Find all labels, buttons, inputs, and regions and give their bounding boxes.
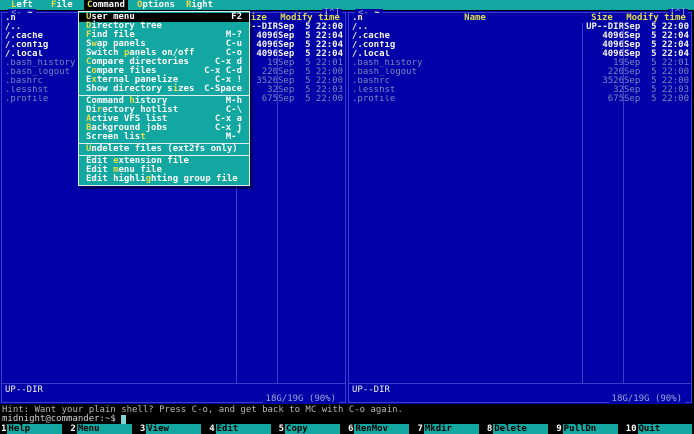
fn-key-2[interactable]: 2 Menu <box>69 424 138 434</box>
fn-key-label: Menu <box>76 424 132 434</box>
mini-status: UP--DIR <box>352 385 390 395</box>
command-menu-dropdown: User menu F2 Directory tree Find file M-? Sw a… <box>78 11 250 186</box>
label-text: ptions <box>142 0 175 10</box>
menu-shortcut <box>238 145 244 154</box>
sort-indicator: .n <box>5 13 16 23</box>
hotkey-letter: t <box>140 132 146 142</box>
label-text: ight <box>191 0 214 10</box>
menu-item-screen-list[interactable]: Screen lis t M-` <box>79 133 249 142</box>
fn-key-number: 3 <box>138 424 147 434</box>
fn-key-number: 10 <box>624 424 638 434</box>
fn-key-10[interactable]: 10 Quit <box>624 424 694 434</box>
prompt-text: midnight@commander:~$ <box>2 414 122 424</box>
menu-item-show-directory-sizes[interactable]: Show directory s i zes C-Space <box>79 85 249 94</box>
mini-status: UP--DIR <box>5 385 43 395</box>
fn-key-1[interactable]: 1 Help <box>0 424 69 434</box>
column-header-name[interactable]: Name <box>370 14 580 23</box>
fn-key-7[interactable]: 7 Mkdir <box>416 424 485 434</box>
fn-key-3[interactable]: 3 View <box>138 424 208 434</box>
file-mtime: Sep 5 22:00 <box>278 94 344 104</box>
fn-key-number: 1 <box>0 424 8 434</box>
fn-key-label: Quit <box>637 424 693 434</box>
file-name: .bash_history <box>352 59 423 68</box>
label-text: ile <box>56 0 73 10</box>
fn-key-5[interactable]: 5 Copy <box>277 424 347 434</box>
column-divider <box>277 23 278 383</box>
menu-bar: Left File Command Options Right <box>0 0 694 10</box>
fn-key-label: RenMov <box>354 424 410 434</box>
menu-shortcut: C-Space <box>204 84 242 94</box>
label-text: ndelete files (ext2fs only) <box>91 144 238 154</box>
fn-key-4[interactable]: 4 Edit <box>208 424 277 434</box>
fn-key-label: Mkdir <box>423 424 479 434</box>
label-text: ommand <box>92 0 125 10</box>
file-name: /.config <box>352 41 396 50</box>
label-text: zes <box>178 84 195 94</box>
fn-key-number: 9 <box>555 424 563 434</box>
file-name: .bashrc <box>352 77 390 86</box>
fn-key-label: Help <box>7 424 63 434</box>
file-name: /.. <box>352 23 369 32</box>
menu-item-edit-highlighting-group-file[interactable]: Edit highli g hting group file <box>79 175 249 184</box>
mc-screen: Left File Command Options Right <- ~ [^] .n … <box>0 0 694 434</box>
label-text: Show directory s <box>86 84 173 94</box>
fn-key-number: 2 <box>69 424 77 434</box>
menubar-item-command[interactable]: Command <box>84 0 128 10</box>
menu-shortcut <box>236 157 242 166</box>
file-row-profile[interactable]: .profile 675 Sep 5 22:00 <box>350 95 690 104</box>
menu-shortcut: F2 <box>231 12 242 22</box>
column-divider <box>582 23 583 383</box>
menubar-item-options[interactable]: Options <box>134 0 178 10</box>
label-text: Edit highli <box>86 174 146 184</box>
fn-key-number: 4 <box>208 424 216 434</box>
panel-right: <- ~ [^] .n Name Size Modify time /.. UP-… <box>348 9 692 404</box>
fn-key-label: View <box>146 424 202 434</box>
file-size: 675 <box>607 94 624 104</box>
file-name: .lesshst <box>352 86 396 95</box>
menu-shortcut <box>238 175 244 184</box>
sort-indicator: .n <box>352 13 363 23</box>
menubar-item-file[interactable]: File <box>48 0 76 10</box>
label-text: hting group file <box>151 174 238 184</box>
fn-key-9[interactable]: 9 PullDn <box>555 424 624 434</box>
fn-key-label: Delete <box>493 424 549 434</box>
menubar-item-right[interactable]: Right <box>183 0 216 10</box>
menu-item-undelete-files-ext2fs-only[interactable]: Undelete files (ext2fs only) <box>79 145 249 154</box>
text-cursor <box>121 415 127 424</box>
mini-status-divider <box>2 383 345 384</box>
free-space-label: 18G/19G (90%) <box>262 395 339 404</box>
fn-key-6[interactable]: 6 RenMov <box>347 424 416 434</box>
fn-key-8[interactable]: 8 Delete <box>485 424 555 434</box>
shell-prompt[interactable]: midnight@commander:~$ <box>2 414 127 424</box>
file-name: /.cache <box>352 32 390 41</box>
column-divider <box>623 23 624 383</box>
file-mtime: Sep 5 22:00 <box>624 94 690 104</box>
file-name: /.local <box>352 50 390 59</box>
fn-key-number: 8 <box>485 424 494 434</box>
label-text: Screen lis <box>86 132 141 142</box>
fn-key-label: PullDn <box>562 424 618 434</box>
fn-key-label: Edit <box>215 424 271 434</box>
menu-shortcut: M-` <box>225 132 242 142</box>
function-key-bar: 1 Help 2 Menu 3 View 4 Edit 5 Copy 6 RenMov 7 Mkdir 8 D… <box>0 424 694 434</box>
fn-key-number: 5 <box>277 424 286 434</box>
fn-key-number: 6 <box>347 424 355 434</box>
free-space-label: 18G/19G (90%) <box>608 395 685 404</box>
file-name: .bash_logout <box>352 68 418 77</box>
file-name: .profile <box>352 95 396 104</box>
fn-key-number: 7 <box>416 424 424 434</box>
fn-key-label: Copy <box>285 424 341 434</box>
mini-status-divider <box>349 383 691 384</box>
panel-right-rows: /.. UP--DIR Sep 5 22:00/.cache 4096 Sep 5 22… <box>350 23 690 104</box>
